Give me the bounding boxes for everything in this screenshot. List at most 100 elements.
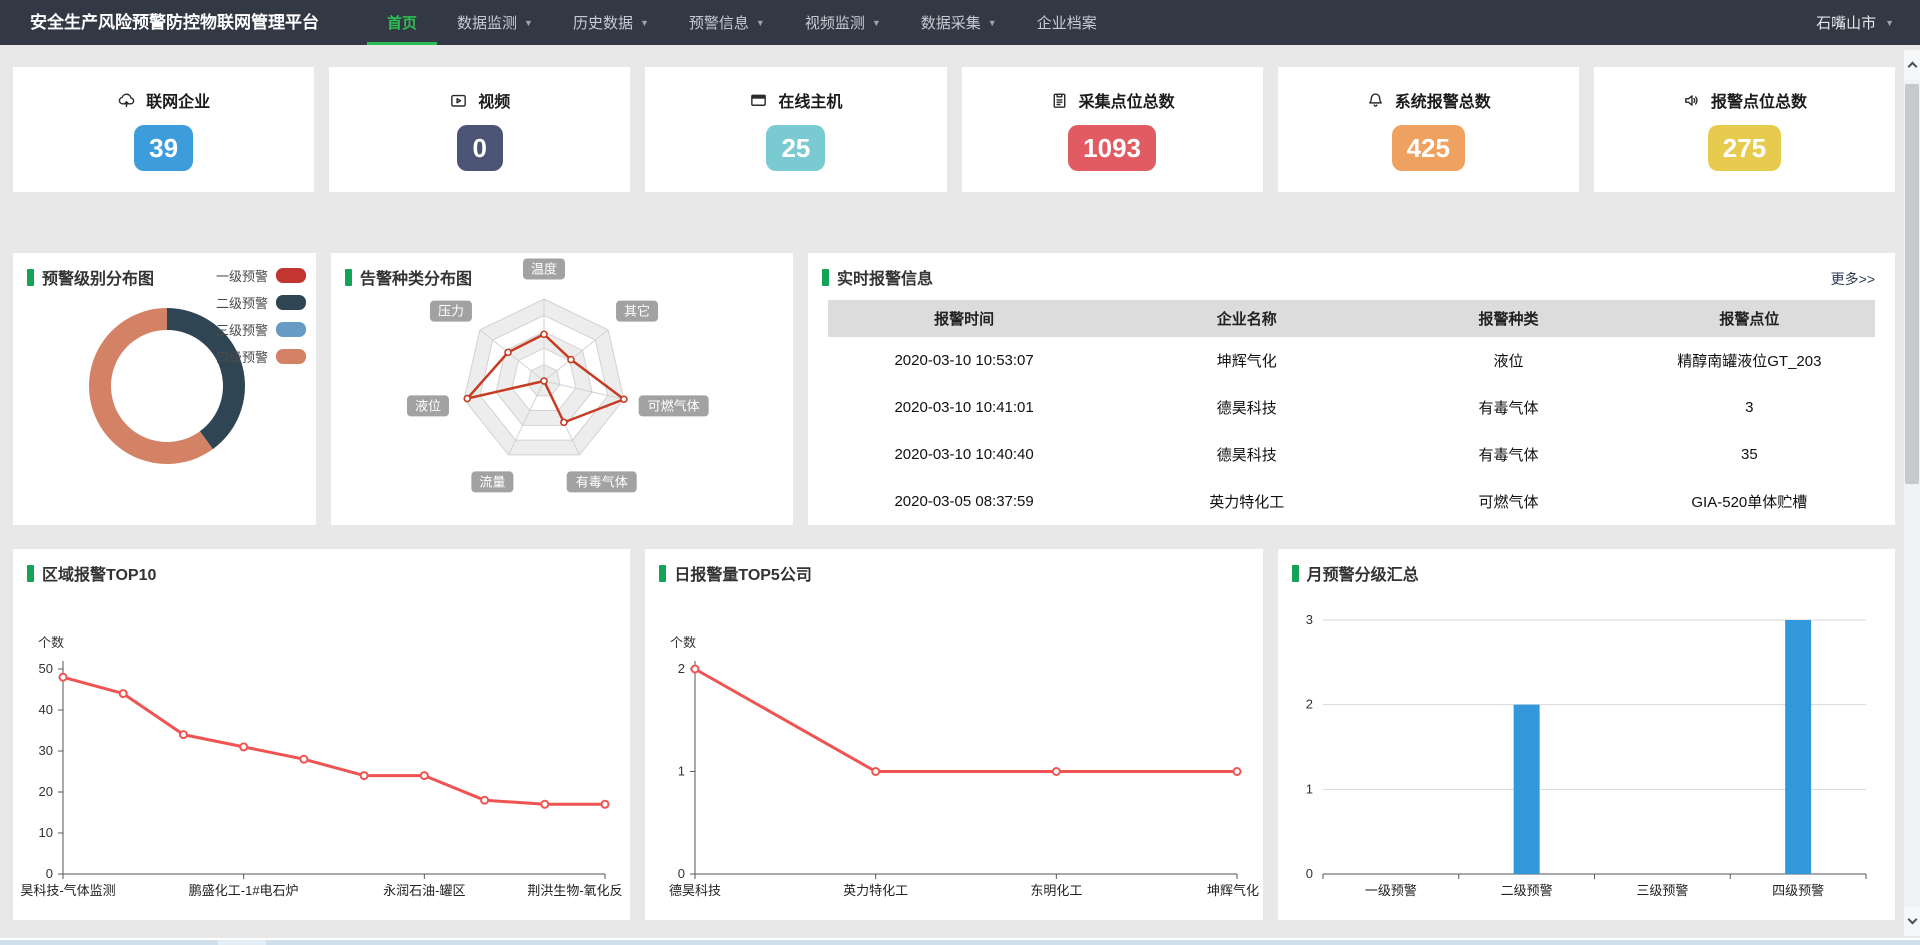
svg-text:3: 3 [1305,612,1312,627]
stat-card-label: 视频 [478,88,510,112]
svg-text:德昊科技: 德昊科技 [669,883,721,898]
chevron-down-icon: ▼ [872,18,881,28]
stat-value-badge: 0 [457,125,503,171]
panel-title: 预警级别分布图 [27,265,154,289]
title-marker [27,269,34,286]
svg-text:一级预警: 一级预警 [1365,883,1417,898]
dashboard-main: 联网企业 39 视频 0 [0,45,1920,920]
stat-card-label: 报警点位总数 [1711,88,1807,112]
legend-swatch [276,322,306,337]
svg-text:流量: 流量 [479,474,505,489]
stat-card-label: 采集点位总数 [1079,88,1175,112]
scroll-down-button[interactable] [1904,906,1920,936]
table-row[interactable]: 2020-03-10 10:53:07 坤辉气化 液位 精醇南罐液位GT_203 [828,337,1875,384]
speaker-icon [1682,91,1701,110]
title-marker [822,269,829,286]
chevron-down-icon: ▼ [640,18,649,28]
region-selector[interactable]: 石嘴山市 ▼ [1816,0,1894,45]
legend-item[interactable]: 三级预警 [216,320,306,339]
nav-item-home[interactable]: 首页 [367,0,437,45]
title-marker [345,269,352,286]
legend-item[interactable]: 二级预警 [216,293,306,312]
stat-card-connected-enterprises: 联网企业 39 [13,67,314,192]
svg-text:英力特化工: 英力特化工 [843,883,908,898]
bottom-scroll-strip[interactable] [0,938,1920,945]
svg-text:个数: 个数 [670,635,696,650]
svg-text:0: 0 [1305,866,1312,881]
svg-text:坤辉气化: 坤辉气化 [1207,883,1259,898]
svg-text:压力: 压力 [438,304,464,319]
svg-text:1: 1 [678,764,685,779]
monitor-icon [749,91,768,110]
legend-item[interactable]: 四级预警 [216,347,306,366]
nav-item-alert-info[interactable]: 预警信息 ▼ [669,0,785,45]
table-row[interactable]: 2020-03-10 10:41:01 德昊科技 有毒气体 3 [828,384,1875,431]
svg-text:30: 30 [39,743,53,758]
nav-item-history-data[interactable]: 历史数据 ▼ [553,0,669,45]
panel-daily-alarm-top5: 日报警量TOP5公司 0 1 2 个数德昊科技 英力特化工 东明化工 坤辉气化 [645,549,1262,920]
stat-card-system-alarms: 系统报警总数 425 [1278,67,1579,192]
scrollbar-thumb[interactable] [1905,84,1919,484]
alarm-table: 报警时间 企业名称 报警种类 报警点位 2020-03-10 10:53:07 … [828,300,1875,525]
nav-item-label: 首页 [387,12,417,33]
cloud-link-icon [117,91,136,110]
chevron-down-icon: ▼ [756,18,765,28]
nav-item-label: 数据采集 [921,12,981,33]
title-marker [659,565,666,582]
svg-text:三级预警: 三级预警 [1636,883,1688,898]
legend-swatch [276,268,306,283]
vertical-scrollbar[interactable] [1904,50,1920,936]
radar-chart: 温度其它可燃气体有毒气体流量液位压力 [331,253,793,525]
nav-item-label: 视频监测 [805,12,865,33]
svg-text:个数: 个数 [38,635,64,650]
chevron-down-icon: ▼ [524,18,533,28]
panel-title: 告警种类分布图 [345,265,472,289]
stat-card-label: 联网企业 [146,88,210,112]
bell-icon [1366,91,1385,110]
chevron-up-icon [1907,62,1917,72]
svg-text:2: 2 [678,661,685,676]
svg-text:有毒气体: 有毒气体 [576,474,628,489]
bottom-row: 区域报警TOP10 01020304050个数昊科技-气体监测鹏盛化工-1#电石… [13,549,1895,920]
panel-alarm-type-distribution: 告警种类分布图 温度其它可燃气体有毒气体流量液位压力 [331,253,793,525]
svg-text:温度: 温度 [531,262,557,277]
panel-region-alarm-top10: 区域报警TOP10 01020304050个数昊科技-气体监测鹏盛化工-1#电石… [13,549,630,920]
svg-text:可燃气体: 可燃气体 [648,398,700,413]
svg-text:荆洪生物-氧化反: 荆洪生物-氧化反 [527,883,622,898]
table-row[interactable]: 2020-03-05 08:37:59 英力特化工 可燃气体 GIA-520单体… [828,478,1875,525]
nav-item-label: 企业档案 [1037,12,1097,33]
alert-level-legend: 一级预警 二级预警 三级预警 四级预警 [216,266,306,374]
svg-text:鹏盛化工-1#电石炉: 鹏盛化工-1#电石炉 [189,883,299,898]
panel-title: 区域报警TOP10 [27,561,156,585]
stat-card-alarm-points: 报警点位总数 275 [1594,67,1895,192]
stat-card-row: 联网企业 39 视频 0 [13,67,1895,192]
region-label: 石嘴山市 [1816,12,1876,33]
svg-text:2: 2 [1305,697,1312,712]
panel-title: 实时报警信息 [822,265,933,289]
daily-top5-line-chart: 0 1 2 个数德昊科技 英力特化工 东明化工 坤辉气化 [645,549,1262,920]
horizontal-scrollbar-thumb[interactable] [218,940,266,945]
nav-item-enterprise-archive[interactable]: 企业档案 [1017,0,1117,45]
legend-swatch [276,295,306,310]
monthly-summary-bar-chart: 0123一级预警二级预警三级预警四级预警 [1278,549,1895,920]
title-marker [27,565,34,582]
svg-text:50: 50 [39,661,53,676]
stat-card-video: 视频 0 [329,67,630,192]
panel-title: 日报警量TOP5公司 [659,561,812,585]
stat-value-badge: 25 [766,125,825,171]
svg-text:0: 0 [678,866,685,881]
legend-item[interactable]: 一级预警 [216,266,306,285]
table-row[interactable]: 2020-03-10 10:40:40 德昊科技 有毒气体 35 [828,431,1875,478]
svg-text:东明化工: 东明化工 [1031,883,1083,898]
nav-bar: 安全生产风险预警防控物联网管理平台 首页 数据监测 ▼ 历史数据 ▼ 预警信息 … [0,0,1920,45]
nav-item-label: 历史数据 [573,12,633,33]
scroll-up-button[interactable] [1904,50,1920,80]
svg-text:永润石油-罐区: 永润石油-罐区 [383,883,465,898]
more-link[interactable]: 更多>> [1831,269,1875,289]
app-title: 安全生产风险预警防控物联网管理平台 [30,0,319,45]
nav-item-data-collection[interactable]: 数据采集 ▼ [901,0,1017,45]
video-icon [449,91,468,110]
nav-item-video-monitor[interactable]: 视频监测 ▼ [785,0,901,45]
nav-item-data-monitor[interactable]: 数据监测 ▼ [437,0,553,45]
svg-text:二级预警: 二级预警 [1500,883,1552,898]
